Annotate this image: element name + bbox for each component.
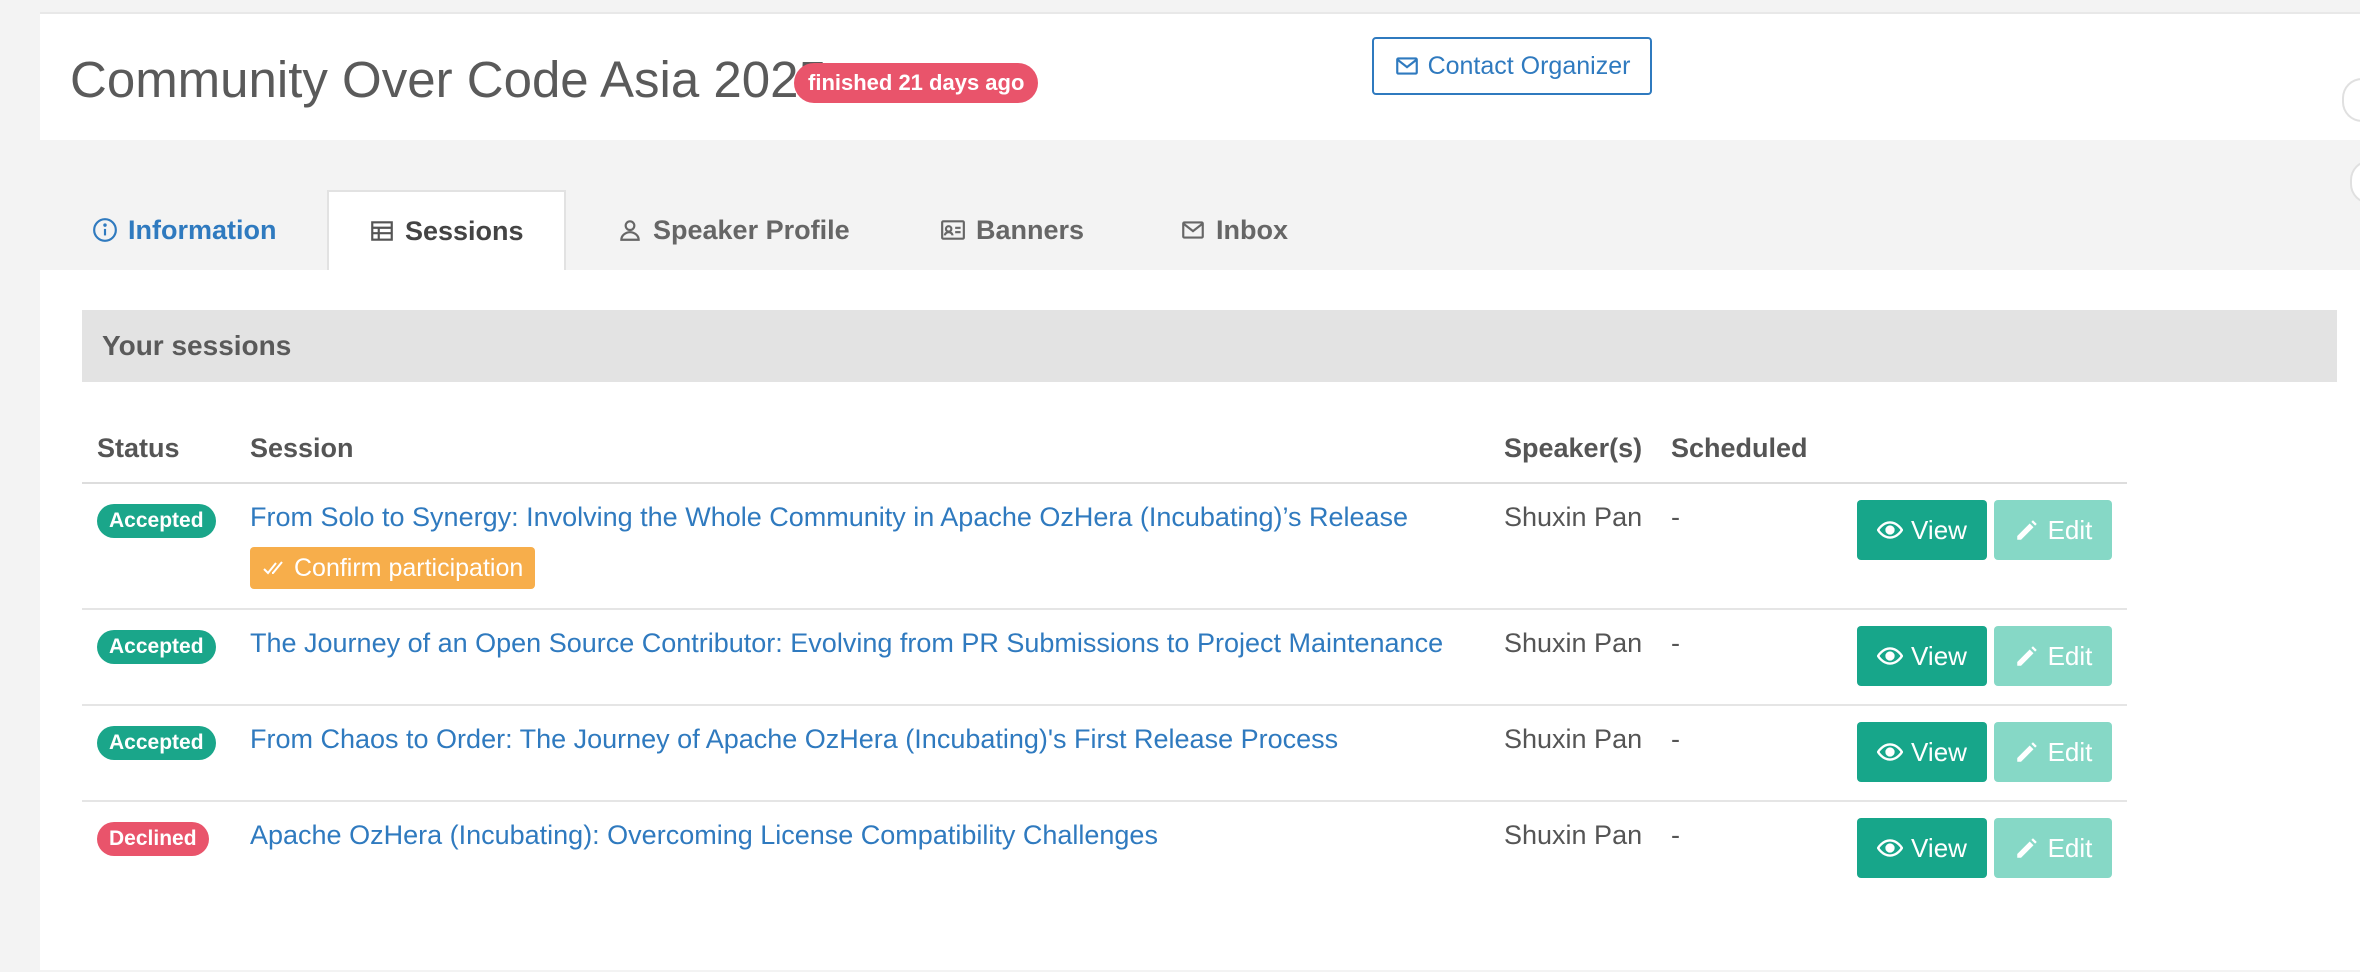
tab-bar: Information Sessions Speaker Profile Ban… [40, 190, 2360, 272]
speaker-name: Shuxin Pan [1504, 502, 1643, 532]
id-card-icon [941, 220, 965, 240]
pencil-icon [2016, 742, 2037, 762]
envelope-icon [1182, 221, 1204, 239]
column-scheduled: Scheduled [1671, 433, 1808, 463]
edit-button[interactable]: Edit [1994, 818, 2112, 878]
contact-organizer-label: Contact Organizer [1427, 51, 1631, 80]
edit-label: Edit [2047, 736, 2093, 767]
table-row: Accepted From Solo to Synergy: Involving… [82, 484, 2127, 610]
tab-sessions-label: Sessions [405, 215, 524, 246]
double-check-icon [263, 561, 283, 575]
table-row: Accepted From Chaos to Order: The Journe… [82, 706, 2127, 802]
panel-heading: Your sessions [82, 310, 2337, 382]
session-link[interactable]: From Chaos to Order: The Journey of Apac… [250, 724, 1338, 755]
column-session: Session [250, 433, 354, 463]
edit-button[interactable]: Edit [1994, 500, 2112, 560]
event-header: Community Over Code Asia 2025 finished 2… [40, 12, 2360, 140]
tab-information[interactable]: Information [92, 190, 277, 270]
user-icon [620, 220, 640, 241]
view-label: View [1911, 736, 1967, 767]
column-status: Status [97, 433, 180, 463]
tab-banners[interactable]: Banners [940, 190, 1084, 270]
speaker-name: Shuxin Pan [1504, 628, 1643, 658]
edit-button[interactable]: Edit [1994, 722, 2112, 782]
table-row: Accepted The Journey of an Open Source C… [82, 610, 2127, 706]
sessions-panel: Your sessions Status Session Speaker(s) … [40, 270, 2360, 970]
envelope-icon [1395, 57, 1418, 75]
scheduled-value: - [1671, 628, 1680, 658]
table-header: Status Session Speaker(s) Scheduled [82, 418, 2127, 484]
speaker-name: Shuxin Pan [1504, 724, 1643, 754]
view-button[interactable]: View [1857, 818, 1987, 878]
event-title: Community Over Code Asia 2025 [70, 51, 827, 108]
eye-icon [1877, 839, 1904, 857]
edit-button[interactable]: Edit [1994, 626, 2112, 686]
status-badge: Accepted [97, 726, 216, 760]
pencil-icon [2016, 520, 2037, 540]
tab-sessions[interactable]: Sessions [327, 190, 566, 272]
tab-inbox-label: Inbox [1216, 214, 1288, 245]
tab-information-label: Information [128, 214, 277, 245]
view-button[interactable]: View [1857, 626, 1987, 686]
tab-speaker-profile[interactable]: Speaker Profile [617, 190, 850, 270]
contact-organizer-button[interactable]: Contact Organizer [1372, 37, 1652, 95]
view-button[interactable]: View [1857, 722, 1987, 782]
view-button[interactable]: View [1857, 500, 1987, 560]
table-row: Declined Apache OzHera (Incubating): Ove… [82, 802, 2127, 896]
status-badge: Declined [97, 822, 209, 856]
view-label: View [1911, 514, 1967, 545]
info-icon [93, 218, 117, 242]
column-speakers: Speaker(s) [1504, 433, 1643, 463]
confirm-participation-button[interactable]: Confirm participation [250, 547, 536, 589]
scheduled-value: - [1671, 724, 1680, 754]
status-badge: Accepted [97, 630, 216, 664]
pencil-icon [2016, 838, 2037, 858]
edit-label: Edit [2047, 514, 2093, 545]
eye-icon [1877, 647, 1904, 665]
status-badge: Accepted [97, 504, 216, 538]
view-label: View [1911, 640, 1967, 671]
view-label: View [1911, 832, 1967, 863]
scheduled-value: - [1671, 502, 1680, 532]
table-icon [371, 221, 393, 241]
session-link[interactable]: The Journey of an Open Source Contributo… [250, 628, 1443, 659]
sessions-table: Status Session Speaker(s) Scheduled Acce… [82, 418, 2127, 896]
scheduled-value: - [1671, 820, 1680, 850]
session-link[interactable]: Apache OzHera (Incubating): Overcoming L… [250, 820, 1158, 851]
edit-label: Edit [2047, 832, 2093, 863]
confirm-participation-label: Confirm participation [294, 553, 524, 582]
eye-icon [1877, 743, 1904, 761]
session-link[interactable]: From Solo to Synergy: Involving the Whol… [250, 502, 1408, 533]
speaker-name: Shuxin Pan [1504, 820, 1643, 850]
tab-inbox[interactable]: Inbox [1180, 190, 1288, 270]
edit-label: Edit [2047, 640, 2093, 671]
eye-icon [1877, 521, 1904, 539]
tab-speaker-profile-label: Speaker Profile [653, 214, 850, 245]
pencil-icon [2016, 646, 2037, 666]
event-status-badge: finished 21 days ago [794, 63, 1039, 103]
tab-banners-label: Banners [976, 214, 1085, 245]
